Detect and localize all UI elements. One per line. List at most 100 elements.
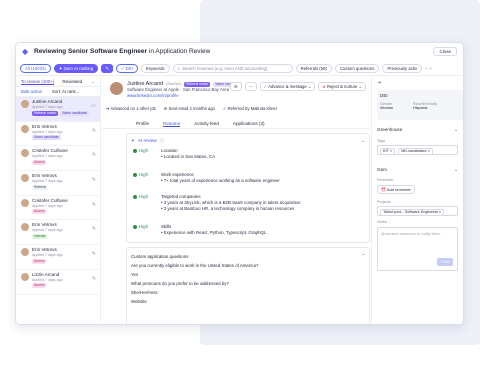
candidate-tag: Internal <box>32 233 48 239</box>
criterion-detail: • Experience with React, Python, Typescr… <box>161 230 267 235</box>
edit-icon[interactable]: ✎ <box>92 177 96 183</box>
list-item[interactable]: Erin Vetrovs Applied 7 days ago Internal… <box>16 220 100 246</box>
bell-icon: ⏰ <box>381 187 386 192</box>
candidate-name: Lizzie Arcand <box>32 271 60 277</box>
edit-icon[interactable]: ✎ <box>92 128 96 134</box>
avatar <box>21 100 29 108</box>
keywords-pill[interactable]: Keywords <box>140 64 170 73</box>
all-filter-pill[interactable]: All (10033) <box>20 64 51 73</box>
notes-input[interactable]: @mention someone to notify them Post <box>377 227 458 271</box>
criterion-detail: • 7+ total years of experience working a… <box>161 178 280 183</box>
chevron-down-icon[interactable]: ⌄ <box>91 79 95 85</box>
notes-label: Notes <box>377 220 387 224</box>
avatar <box>21 149 29 158</box>
edit-ranking-icon[interactable]: ✎ <box>101 64 113 73</box>
projects-label: Projects <box>377 200 391 204</box>
profile-actions: ✉ ⋯ ✓ Advance & message ⌄ ⊗ Reject & nur… <box>230 82 366 91</box>
criterion-detail: • 3 years at Bamboo HR, a technology com… <box>161 206 295 211</box>
reminder-label: Reminder <box>377 178 394 182</box>
project-chip: Talent pool - Software Engineers × <box>380 209 445 216</box>
candidate-tabs: To review (100+) Reviewed ⌄ <box>16 77 100 87</box>
list-item[interactable]: Erin Vetrovs Applied 7 days ago Referral… <box>16 171 100 196</box>
applied-date: Applied 7 days ago <box>32 228 63 233</box>
referral-meta: ✓ Referred by Malinda Kilner <box>222 106 278 111</box>
email-button[interactable]: ✉ <box>230 82 242 91</box>
candidate-tag: Warm candidate <box>32 135 61 141</box>
profile-header: Justine Arcand (She/her) Referral match … <box>102 77 370 115</box>
ai-review-header[interactable]: ✦ AI review ⓘ ⌄ <box>131 138 365 144</box>
ai-ranking-pill[interactable]: ✦ Gem AI ranking <box>53 64 99 73</box>
tab-activity-feed[interactable]: Activity feed <box>194 121 219 126</box>
chevron-down-icon[interactable]: ⌄ <box>361 138 365 144</box>
post-button[interactable]: Post <box>437 258 453 266</box>
projects-field[interactable]: Talent pool - Software Engineers × <box>377 206 458 216</box>
list-item[interactable]: Lizzie Arcand Applied 7 days ago Alumni … <box>16 270 100 295</box>
tags-field[interactable]: KIT × MK-candidates × <box>377 145 458 155</box>
edit-icon[interactable]: ✎ <box>92 152 96 158</box>
sort-dropdown[interactable]: Sort: AI rank... <box>52 89 79 94</box>
gender-value: Woman <box>380 106 394 110</box>
referrals-pill[interactable]: Referrals (59) <box>295 64 332 73</box>
advanced-meta: ➔ Advanced on 1 other job <box>106 106 156 111</box>
candidate-tag: Alumni <box>32 283 47 289</box>
question-text: Are you currently eligible to work in th… <box>131 263 259 268</box>
note-icon[interactable]: ▭ <box>91 103 96 109</box>
avatar <box>21 174 29 183</box>
edit-icon[interactable]: ✎ <box>92 226 96 232</box>
criterion-detail: • Located in San Mateo, CA <box>161 154 216 159</box>
linkedin-link[interactable]: www.linkedin.com/in/profile <box>127 93 242 99</box>
list-item[interactable]: Cristofer Culhane Applied 7 days ago Alu… <box>16 146 100 172</box>
questions-header: Custom application questions <box>131 254 189 259</box>
candidate-list-panel: To review (100+) Reviewed ⌄ Bulk action … <box>16 77 101 324</box>
avatar <box>21 124 29 133</box>
tab-profile[interactable]: Profile <box>136 121 149 126</box>
gem-section-header[interactable]: Gem ⌄ <box>377 167 458 172</box>
close-button[interactable]: Close <box>433 47 457 56</box>
candidate-tag: Alumni <box>32 209 47 215</box>
tab-applications[interactable]: Applications (3) <box>233 121 265 126</box>
reject-button[interactable]: ⊗ Reject & nurture ⌄ <box>318 82 366 91</box>
list-item[interactable]: Cristofer Culhane Applied 7 days ago Alu… <box>16 196 100 221</box>
email-meta: ✉ Sent email 2 months ago <box>163 106 215 111</box>
edit-icon[interactable]: ✎ <box>92 251 96 257</box>
custom-questions-pill[interactable]: Custom questions <box>334 64 380 73</box>
add-reminder-button[interactable]: ⏰ Add reminder <box>377 185 415 194</box>
x-circle-icon: ⊗ <box>322 84 326 89</box>
application-review-window: ◆ Reviewing Senior Software Engineer in … <box>15 42 464 325</box>
list-item[interactable]: Erin Vetrovs Applied 7 days ago Alumni ✎ <box>16 245 100 270</box>
question-text: What pronouns do you prefer to be addres… <box>131 281 229 286</box>
avatar <box>21 272 29 281</box>
applied-date: Applied 7 days ago <box>32 203 63 208</box>
more-options-button[interactable]: ⋯ <box>244 82 257 91</box>
previously-active-pill[interactable]: Previously activ <box>382 64 423 73</box>
search-icon: ⌕ <box>177 65 181 71</box>
list-item[interactable]: Justine Arcand Applied 7 days ago Referr… <box>16 97 100 122</box>
dei-pill[interactable]: ✓ DEI <box>115 64 138 73</box>
scroll-right-icon[interactable]: › <box>430 66 432 72</box>
collapse-sidebar-icon[interactable]: ⇥ <box>377 80 458 90</box>
high-indicator: High <box>133 224 155 229</box>
greenhouse-section-header[interactable]: Greenhouse ⌄ <box>377 127 458 132</box>
resume-search-input[interactable]: ⌕ Search resumes (e.g. react AND accounti… <box>172 64 293 73</box>
scroll-left-icon[interactable]: ‹ <box>425 66 427 72</box>
tab-to-review[interactable]: To review (100+) <box>21 79 55 85</box>
chevron-down-icon[interactable]: ⌄ <box>361 251 365 257</box>
answer-text: Yes <box>131 272 139 277</box>
candidate-tag: Referral match <box>32 110 59 116</box>
tag-chip: MK-candidates × <box>398 148 433 155</box>
applied-date: Applied 7 days ago <box>32 154 63 159</box>
edit-icon[interactable]: ✎ <box>92 276 96 282</box>
applied-date: Applied 7 days ago <box>32 277 63 282</box>
tab-reviewed[interactable]: Reviewed <box>62 79 82 84</box>
list-item[interactable]: Erin Vetrovs Applied 7 days ago Warm can… <box>16 122 100 147</box>
applied-date: Applied 7 days ago <box>32 105 63 109</box>
tab-resume[interactable]: Resume <box>163 121 181 127</box>
sparkle-icon: ✦ <box>131 138 135 143</box>
bulk-action-button[interactable]: Bulk action <box>21 89 42 94</box>
activity-meta: ➔ Advanced on 1 other job ✉ Sent email 2… <box>106 106 277 111</box>
applied-date: Applied 7 days ago <box>32 129 63 134</box>
advance-button[interactable]: ✓ Advance & message ⌄ <box>259 82 316 91</box>
detail-tabs: Profile Resume Activity feed Application… <box>102 119 370 129</box>
candidate-tag: Warm candidate <box>60 110 89 116</box>
edit-icon[interactable]: ✎ <box>92 202 96 208</box>
